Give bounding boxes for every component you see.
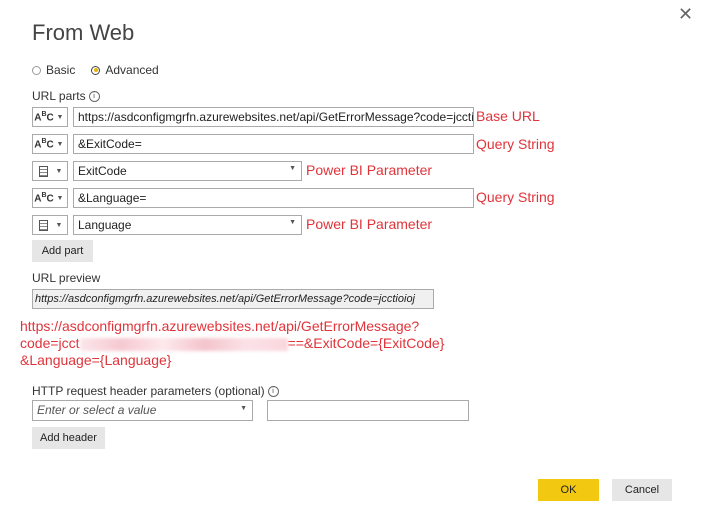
url-part-input-2[interactable]: &ExitCode= bbox=[73, 134, 474, 154]
parameter-icon bbox=[39, 165, 48, 177]
header-name-select[interactable]: Enter or select a value ▼ bbox=[32, 400, 253, 421]
http-header-label: HTTP request header parameters (optional… bbox=[32, 384, 279, 398]
header-value-input[interactable] bbox=[267, 400, 469, 421]
mode-radio-group: Basic Advanced bbox=[32, 63, 175, 77]
url-preview-label: URL preview bbox=[32, 271, 101, 285]
parameter-icon bbox=[39, 219, 48, 231]
cancel-button[interactable]: Cancel bbox=[612, 479, 672, 501]
chevron-down-icon: ▼ bbox=[56, 140, 64, 148]
url-preview-field: https://asdconfigmgrfn.azurewebsites.net… bbox=[32, 289, 434, 309]
chevron-down-icon: ▼ bbox=[56, 113, 64, 121]
annotation-base-url: Base URL bbox=[476, 108, 540, 124]
basic-radio-label[interactable]: Basic bbox=[46, 63, 75, 77]
http-header-label-text: HTTP request header parameters (optional… bbox=[32, 384, 265, 398]
full-url-annotation: https://asdconfigmgrfn.azurewebsites.net… bbox=[20, 318, 670, 369]
chevron-down-icon: ▼ bbox=[289, 219, 296, 226]
annotation-query-string-2: Query String bbox=[476, 189, 555, 205]
basic-radio[interactable] bbox=[32, 65, 41, 75]
abc-text-icon: ABC bbox=[34, 192, 54, 205]
full-url-line-1: https://asdconfigmgrfn.azurewebsites.net… bbox=[20, 318, 420, 334]
annotation-power-bi-parameter-2: Power BI Parameter bbox=[306, 216, 433, 232]
full-url-line-2: code=jcct ==&ExitCode={ExitCode} bbox=[20, 335, 670, 352]
add-header-button[interactable]: Add header bbox=[32, 427, 105, 449]
abc-text-icon: ABC bbox=[34, 138, 54, 151]
full-url-line-3: &Language={Language} bbox=[20, 352, 172, 368]
parameter-select-value: Language bbox=[78, 218, 132, 232]
full-url-line-2-suffix: ==&ExitCode={ExitCode} bbox=[287, 335, 445, 351]
redacted-blur bbox=[79, 337, 288, 351]
full-url-line-2-prefix: code=jcct bbox=[20, 335, 80, 351]
parameter-select-language[interactable]: Language ▼ bbox=[73, 215, 302, 235]
chevron-down-icon: ▼ bbox=[240, 405, 247, 412]
annotation-query-string-1: Query String bbox=[476, 136, 555, 152]
advanced-radio-label[interactable]: Advanced bbox=[105, 63, 158, 77]
abc-text-icon: ABC bbox=[34, 111, 54, 124]
part-type-dropdown-3[interactable]: ▼ bbox=[32, 161, 68, 181]
info-icon[interactable]: i bbox=[267, 386, 279, 398]
parameter-select-exitcode[interactable]: ExitCode ▼ bbox=[73, 161, 302, 181]
part-type-dropdown-1[interactable]: ABC ▼ bbox=[32, 107, 68, 127]
dialog-title: From Web bbox=[32, 20, 135, 45]
parameter-select-value: ExitCode bbox=[78, 164, 127, 178]
chevron-down-icon: ▼ bbox=[56, 194, 64, 202]
close-icon[interactable]: ✕ bbox=[678, 5, 693, 23]
url-part-input-1[interactable]: https://asdconfigmgrfn.azurewebsites.net… bbox=[73, 107, 474, 127]
info-icon[interactable]: i bbox=[88, 91, 100, 103]
header-name-placeholder: Enter or select a value bbox=[37, 403, 157, 417]
part-type-dropdown-2[interactable]: ABC ▼ bbox=[32, 134, 68, 154]
url-part-input-4[interactable]: &Language= bbox=[73, 188, 474, 208]
annotation-power-bi-parameter-1: Power BI Parameter bbox=[306, 162, 433, 178]
url-parts-label-text: URL parts bbox=[32, 89, 86, 103]
chevron-down-icon: ▼ bbox=[289, 165, 296, 172]
url-parts-label: URL parts i bbox=[32, 89, 100, 103]
chevron-down-icon: ▼ bbox=[55, 221, 63, 229]
part-type-dropdown-5[interactable]: ▼ bbox=[32, 215, 68, 235]
advanced-radio[interactable] bbox=[91, 65, 101, 75]
add-part-button[interactable]: Add part bbox=[32, 240, 93, 262]
ok-button[interactable]: OK bbox=[538, 479, 599, 501]
chevron-down-icon: ▼ bbox=[55, 167, 63, 175]
part-type-dropdown-4[interactable]: ABC ▼ bbox=[32, 188, 68, 208]
